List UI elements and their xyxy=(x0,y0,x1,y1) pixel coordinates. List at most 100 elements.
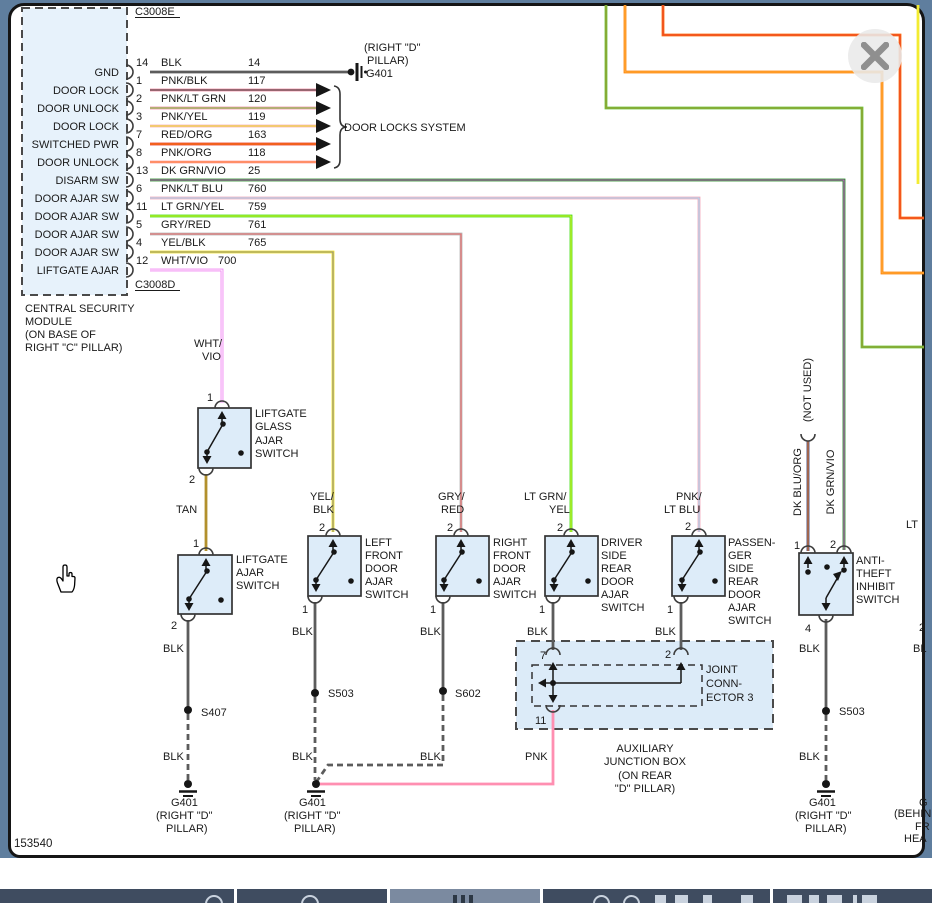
hand-cursor-icon xyxy=(52,560,82,596)
circuit-number: 761 xyxy=(248,219,266,231)
label: FR xyxy=(915,821,930,833)
module-pin-function: DOOR UNLOCK xyxy=(37,103,120,115)
toolbar-icon xyxy=(453,895,457,903)
wiring-diagram-canvas: 14 BLK 14GND1 PNK/BLK 117DOOR LOCK2 PNK/LT GR… xyxy=(21,5,931,845)
wire-pnk-lt-blu-760 xyxy=(150,196,701,532)
label: 1 xyxy=(302,604,308,616)
door-locks-arrow xyxy=(316,119,331,133)
toolbar-icon xyxy=(623,895,640,903)
label: 2 xyxy=(919,622,925,634)
module-pin-function: LIFTGATE AJAR xyxy=(37,265,119,277)
label: (BEHIN xyxy=(894,808,931,820)
label: LT BLU xyxy=(664,504,700,516)
pin-number: 12 xyxy=(136,255,148,267)
door-locks-arrow xyxy=(316,155,331,169)
label: LIFTGATE xyxy=(236,554,288,566)
wire-color-label: PNK/BLK xyxy=(161,75,208,87)
label: PILLAR) xyxy=(367,55,409,67)
toolbar-icon xyxy=(809,895,819,903)
label: (ON BASE OF xyxy=(25,329,96,341)
label: LEFT xyxy=(365,537,392,549)
wire-color-label: PNK/LT GRN xyxy=(161,93,226,105)
pin-number: 13 xyxy=(136,165,148,177)
toolbar-button-2[interactable] xyxy=(237,889,387,903)
label: DOOR xyxy=(601,576,634,588)
label: DOOR LOCKS SYSTEM xyxy=(344,122,466,134)
label: FRONT xyxy=(365,550,403,562)
label: CENTRAL SECURITY xyxy=(25,303,135,315)
label: BLK xyxy=(799,643,820,655)
label: CONN- xyxy=(706,678,742,690)
label: WHT/ xyxy=(194,338,223,350)
label: G401 xyxy=(299,797,326,809)
label: 1 xyxy=(430,604,436,616)
label: S407 xyxy=(201,707,227,719)
label: RIGHT "C" PILLAR) xyxy=(25,342,122,354)
label: THEFT xyxy=(856,568,892,580)
pin-number: 6 xyxy=(136,183,142,195)
label: (RIGHT "D" xyxy=(795,810,852,822)
label: BLK xyxy=(655,626,676,638)
circuit-number: 117 xyxy=(248,75,266,87)
wire-lt-grn-yel-759 xyxy=(150,214,573,532)
toolbar-button-5[interactable] xyxy=(773,889,932,903)
label: BLK xyxy=(163,643,184,655)
label: JUNCTION BOX xyxy=(604,756,687,768)
pin-bump xyxy=(800,433,816,442)
label: YEL xyxy=(549,504,570,516)
junction-dot xyxy=(585,578,591,584)
junction-dot xyxy=(841,567,847,573)
toolbar-icon xyxy=(675,895,688,903)
label: ECTOR 3 xyxy=(706,692,753,704)
label: BL xyxy=(913,643,926,655)
toolbar-icon xyxy=(741,895,753,903)
wire-blk-right-front-gnd xyxy=(315,695,445,782)
label: SWITCH xyxy=(236,580,279,592)
pin-number: 8 xyxy=(136,147,142,159)
label: REAR xyxy=(728,576,759,588)
wire-dk-grn-vio-25 xyxy=(150,178,846,550)
label: BLK xyxy=(527,626,548,638)
label: SWITCH xyxy=(255,448,298,460)
label: RED xyxy=(441,504,464,516)
label: PASSEN- xyxy=(728,537,776,549)
label: PILLAR) xyxy=(805,823,847,835)
label: BLK xyxy=(292,626,313,638)
toolbar-button-1[interactable] xyxy=(0,889,234,903)
label: YEL/ xyxy=(310,491,335,503)
label: GER xyxy=(728,550,752,562)
wire-color-label: GRY/RED xyxy=(161,219,211,231)
wire-color-label: PNK/LT BLU xyxy=(161,183,223,195)
label: C3008D xyxy=(135,279,175,291)
toolbar-button-3[interactable] xyxy=(390,889,540,903)
label: S503 xyxy=(839,706,865,718)
module-pin-function: GND xyxy=(95,67,120,79)
label: G401 xyxy=(171,797,198,809)
label: BLK xyxy=(313,504,334,516)
junction-dot xyxy=(822,780,830,788)
label: BLK xyxy=(292,751,313,763)
circuit-number: 759 xyxy=(248,201,266,213)
label: G401 xyxy=(809,797,836,809)
circuit-number: 14 xyxy=(248,57,260,69)
toolbar-button-4[interactable] xyxy=(543,889,770,903)
label: SWITCH xyxy=(728,615,771,627)
circuit-number: 120 xyxy=(248,93,266,105)
label: MODULE xyxy=(25,316,72,328)
label: GRY/ xyxy=(438,491,466,503)
junction-dot xyxy=(218,597,224,603)
circuit-number: 760 xyxy=(248,183,266,195)
module-pin-function: DOOR AJAR SW xyxy=(35,247,120,259)
circuit-number: 119 xyxy=(248,111,266,123)
wire-color-label: PNK/YEL xyxy=(161,111,207,123)
close-button[interactable] xyxy=(848,29,902,83)
diagram-viewer: 14 BLK 14 GND 1 PNK/BLK 117 DOOR LOCK 2 PNK/LT GR… xyxy=(0,0,932,903)
pin-bump xyxy=(180,613,196,622)
label: 2 xyxy=(171,620,177,632)
junction-dot xyxy=(439,687,447,695)
wire-color-label: YEL/BLK xyxy=(161,237,206,249)
door-locks-arrow xyxy=(316,83,331,97)
wire-dk-grn-vio-25-stripe xyxy=(150,179,845,550)
label: SIDE xyxy=(601,550,627,562)
label: SWITCH xyxy=(493,589,536,601)
